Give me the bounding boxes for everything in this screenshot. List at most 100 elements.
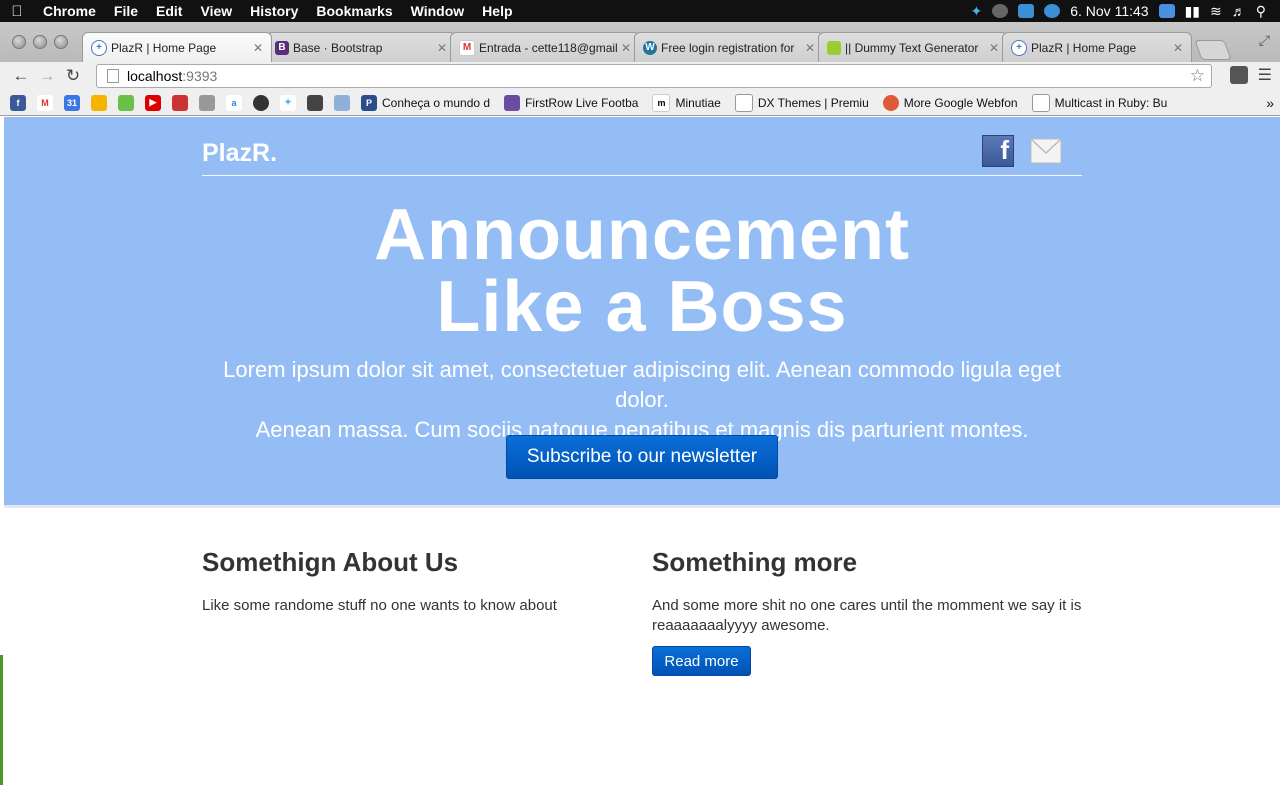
close-tab-icon[interactable]: ✕ <box>1173 41 1183 55</box>
close-tab-icon[interactable]: ✕ <box>253 41 263 55</box>
twitter-bookmark-icon[interactable]: ✦ <box>280 94 296 111</box>
bookmark-label: FirstRow Live Footba <box>525 95 639 110</box>
app-bookmark-icon[interactable] <box>199 94 215 111</box>
twitter-icon[interactable]: ✦ <box>970 3 982 20</box>
bookmark-label: Conheça o mundo d <box>382 95 491 110</box>
close-tab-icon[interactable]: ✕ <box>621 41 631 55</box>
apple-icon[interactable]:  <box>0 3 34 20</box>
menu-history[interactable]: History <box>241 3 307 19</box>
lead-line-1: Lorem ipsum dolor sit amet, consectetuer… <box>223 357 1061 412</box>
clock[interactable]: 6. Nov 11:43 <box>1070 3 1148 19</box>
tab-title: Free login registration for <box>661 40 795 55</box>
upload-icon[interactable] <box>1044 4 1061 18</box>
bookmark-dx-themes[interactable]: DX Themes | Premiu <box>734 93 869 112</box>
zoom-window-button[interactable] <box>54 35 68 49</box>
back-icon[interactable]: ← <box>8 66 34 86</box>
close-window-button[interactable] <box>12 35 26 49</box>
bookmark-multicast[interactable]: Multicast in Ruby: Bu <box>1031 93 1168 112</box>
fullscreen-icon[interactable]: ⤢ <box>1259 32 1270 49</box>
globe-icon: + <box>1011 39 1027 56</box>
reload-icon[interactable]: ↻ <box>60 66 86 86</box>
lastfm-bookmark-icon[interactable] <box>172 94 188 111</box>
subscribe-button[interactable]: Subscribe to our newsletter <box>506 435 778 479</box>
bookmark-label: Multicast in Ruby: Bu <box>1054 95 1168 110</box>
calendar-bookmark-icon[interactable]: 31 <box>64 94 80 111</box>
address-bar[interactable]: localhost:9393 ☆ <box>96 64 1212 88</box>
lead-paragraph: Lorem ipsum dolor sit amet, consectetuer… <box>202 355 1082 445</box>
app2-bookmark-icon[interactable] <box>307 94 323 111</box>
menu-view[interactable]: View <box>191 3 241 19</box>
gmail-icon: M <box>459 39 475 56</box>
tab-title: Base · Bootstrap <box>293 40 383 55</box>
site-header: PlazR. f <box>202 135 1082 176</box>
screen-icon[interactable] <box>1018 4 1035 18</box>
github-bookmark-icon[interactable] <box>253 94 269 111</box>
tab-plazr-home-2[interactable]: + PlazR | Home Page ✕ <box>1002 32 1192 62</box>
tab-gmail[interactable]: M Entrada - cette118@gmail ✕ <box>450 32 640 62</box>
page-icon <box>107 69 119 83</box>
search-icon[interactable]: ⚲ <box>1256 3 1266 20</box>
page-icon <box>1031 93 1050 112</box>
web-page: PlazR. f Announcement Like a Boss Lorem … <box>0 117 1280 800</box>
about-title: Somethign About Us <box>202 547 459 577</box>
facebook-bookmark-icon[interactable]: f <box>10 94 26 111</box>
bookmark-star-icon[interactable]: ☆ <box>1190 66 1205 86</box>
site-brand[interactable]: PlazR. <box>202 139 277 168</box>
menu-chrome[interactable]: Chrome <box>34 3 105 19</box>
more-bookmarks-icon[interactable]: » <box>1266 95 1274 111</box>
close-tab-icon[interactable]: ✕ <box>805 41 815 55</box>
tab-dummy-text[interactable]: || Dummy Text Generator ✕ <box>818 32 1008 62</box>
more-title: Something more <box>652 547 858 577</box>
page-icon <box>734 93 753 112</box>
wordpress-icon: W <box>643 40 657 55</box>
bookmarks-bar: f M 31 ▶ a ✦ P Conheça o mundo d FirstRow… <box>0 90 1280 116</box>
dummy-text-icon <box>827 40 841 55</box>
tab-plazr-home[interactable]: + PlazR | Home Page ✕ <box>82 32 272 62</box>
feedly-bookmark-icon[interactable] <box>118 94 134 111</box>
dropbox-icon[interactable] <box>1158 4 1175 18</box>
amazon-bookmark-icon[interactable]: a <box>226 94 242 111</box>
chrome-menu-icon[interactable]: ☰ <box>1258 65 1272 85</box>
pandora-icon: P <box>361 94 377 111</box>
window-controls <box>12 35 68 49</box>
more-text: And some more shit no one cares until th… <box>652 597 1082 634</box>
headline-line-2: Like a Boss <box>436 267 848 347</box>
mail-icon[interactable] <box>1030 135 1062 167</box>
webfonts-icon <box>882 94 899 111</box>
read-more-button[interactable]: Read more <box>652 646 751 676</box>
tab-wordpress[interactable]: W Free login registration for ✕ <box>634 32 824 62</box>
gear-status-icon[interactable] <box>992 4 1009 18</box>
battery-icon[interactable]: ▮▮ <box>1185 3 1200 20</box>
new-tab-button[interactable] <box>1194 40 1232 60</box>
menu-edit[interactable]: Edit <box>147 3 191 19</box>
bookmark-label: Minutiae <box>675 95 721 110</box>
facebook-icon[interactable]: f <box>982 135 1014 167</box>
bookmark-conheca[interactable]: P Conheça o mundo d <box>361 94 491 111</box>
menu-file[interactable]: File <box>105 3 147 19</box>
folder-icon[interactable] <box>334 94 350 111</box>
bookmark-label: DX Themes | Premiu <box>757 95 869 110</box>
youtube-bookmark-icon[interactable]: ▶ <box>145 94 161 111</box>
close-tab-icon[interactable]: ✕ <box>989 41 999 55</box>
tab-title: Entrada - cette118@gmail <box>479 40 617 55</box>
gmail-bookmark-icon[interactable]: M <box>37 94 53 111</box>
tab-bootstrap[interactable]: B Base · Bootstrap ✕ <box>266 32 456 62</box>
bookmark-firstrow[interactable]: FirstRow Live Footba <box>504 94 639 111</box>
globe-icon: + <box>91 39 107 56</box>
evernote-extension-icon[interactable] <box>1229 66 1248 84</box>
bookmark-google-webfonts[interactable]: More Google Webfon <box>882 94 1018 111</box>
tab-title: PlazR | Home Page <box>1031 40 1137 55</box>
bookmark-label: More Google Webfon <box>903 95 1018 110</box>
browser-toolbar: ← → ↻ localhost:9393 ☆ ☰ <box>0 62 1280 90</box>
wifi-icon[interactable]: ≋ <box>1210 3 1222 20</box>
menu-bookmarks[interactable]: Bookmarks <box>307 3 401 19</box>
minimize-window-button[interactable] <box>33 35 47 49</box>
menu-window[interactable]: Window <box>402 3 474 19</box>
forward-icon[interactable]: → <box>34 66 60 86</box>
volume-icon[interactable]: ♬ <box>1232 3 1246 19</box>
close-tab-icon[interactable]: ✕ <box>437 41 447 55</box>
announcement-headline: Announcement Like a Boss <box>4 199 1280 343</box>
menu-help[interactable]: Help <box>473 3 521 19</box>
bookmark-minutiae[interactable]: m Minutiae <box>652 93 721 112</box>
drive-bookmark-icon[interactable] <box>91 94 107 111</box>
